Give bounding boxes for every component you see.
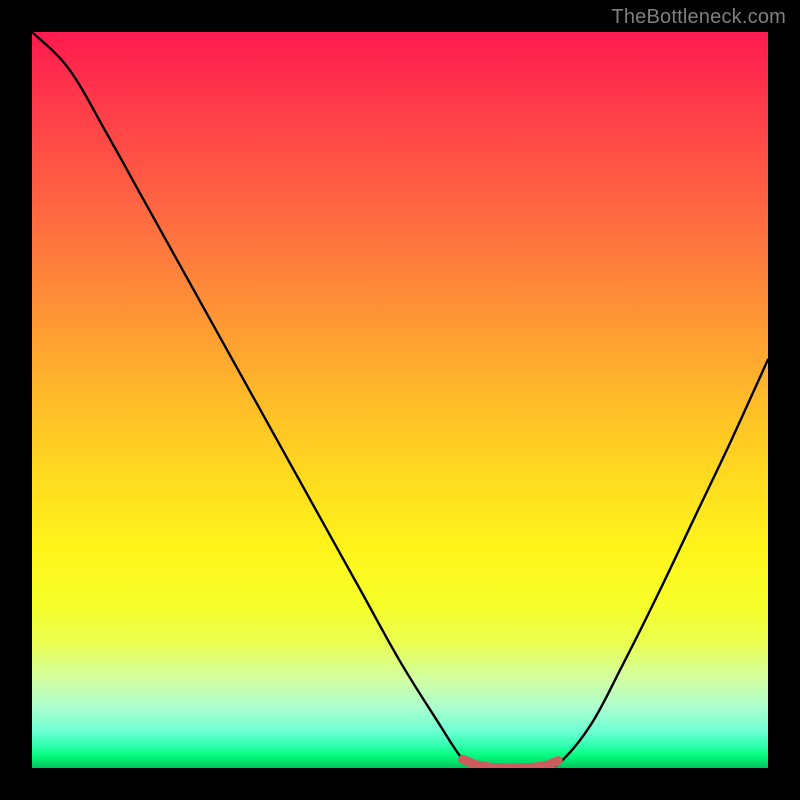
curve-layer	[32, 32, 768, 768]
valley-marker	[463, 759, 559, 768]
main-curve	[32, 32, 768, 768]
chart-frame: TheBottleneck.com	[0, 0, 800, 800]
plot-area	[32, 32, 768, 768]
watermark-text: TheBottleneck.com	[611, 6, 786, 29]
